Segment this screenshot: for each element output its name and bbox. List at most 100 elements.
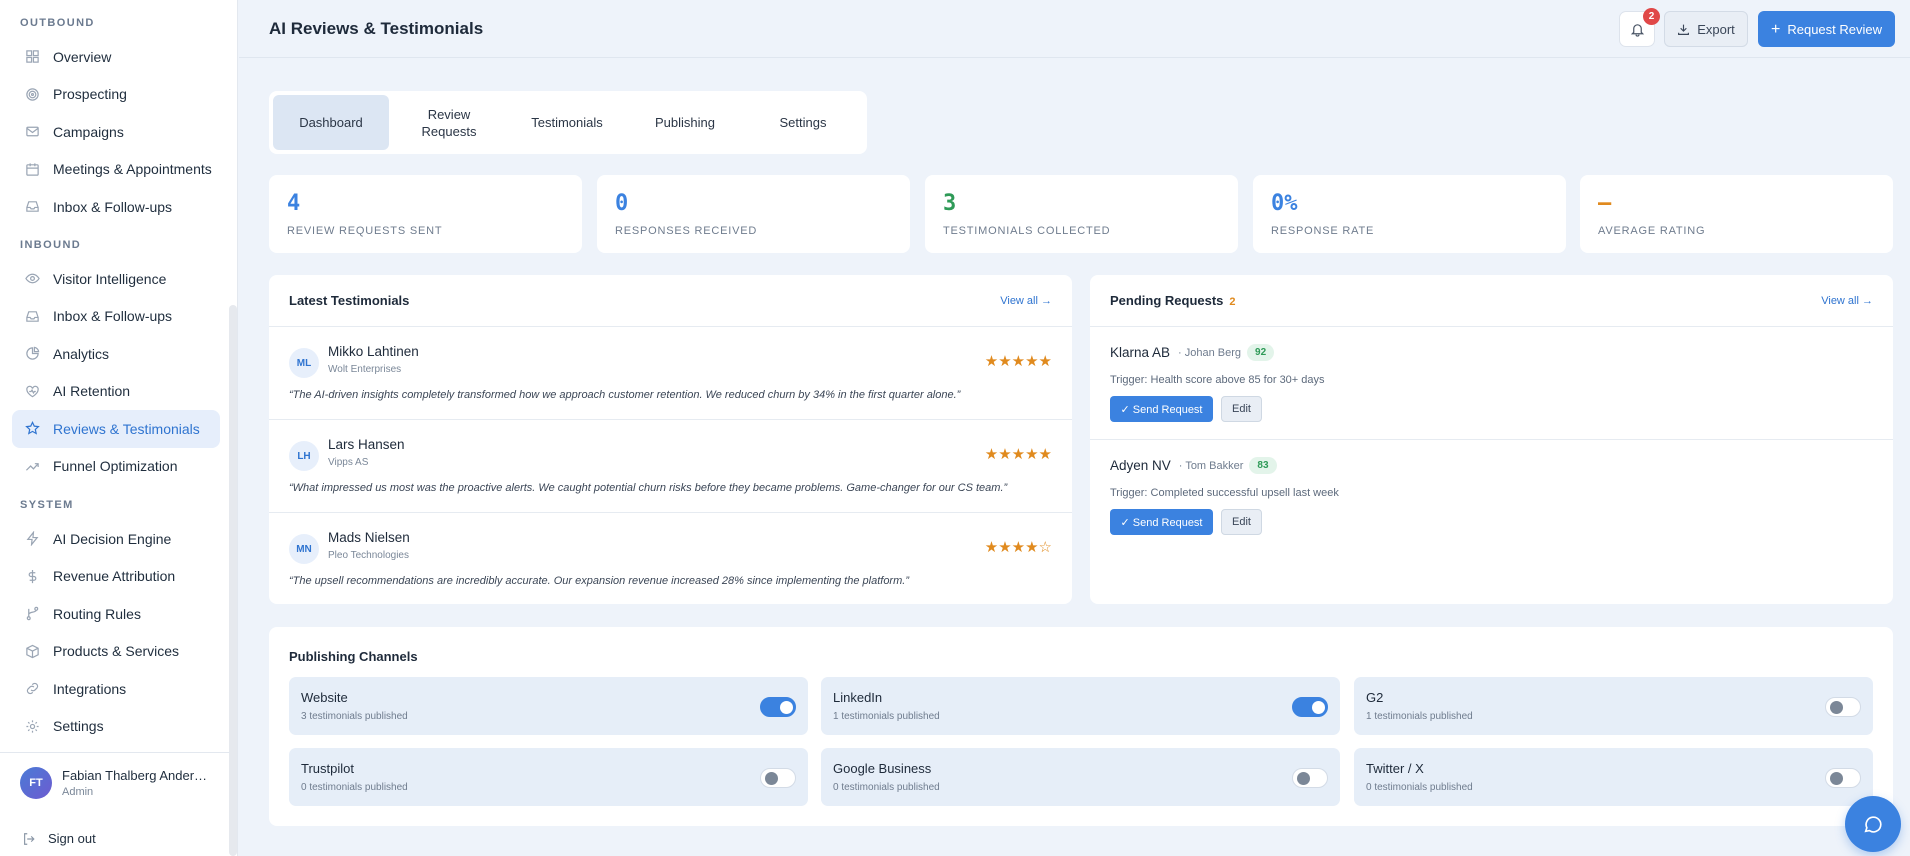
sidebar-item-overview[interactable]: Overview xyxy=(12,38,220,76)
stat-label: REVIEW REQUESTS SENT xyxy=(287,225,443,237)
send-request-button[interactable]: ✓ Send Request xyxy=(1110,509,1213,535)
contact-name: · Johan Berg xyxy=(1178,346,1242,359)
stat-value: 4 xyxy=(287,191,301,216)
sidebar-item-meetings[interactable]: Meetings & Appointments xyxy=(12,151,220,189)
tab-settings[interactable]: Settings xyxy=(745,95,861,150)
sidebar-item-settings[interactable]: Settings xyxy=(12,708,220,746)
sidebar-item-label: Inbox & Follow-ups xyxy=(53,198,173,215)
sidebar-item-products-services[interactable]: Products & Services xyxy=(12,633,220,671)
channel-count: 3 testimonials published xyxy=(301,711,408,722)
testimonial-item[interactable]: MN Mads Nielsen Pleo Technologies ★★★★☆ … xyxy=(269,513,1072,606)
channel-name: Trustpilot xyxy=(301,761,354,776)
stat-card-responses: 0 RESPONSES RECEIVED xyxy=(597,175,910,253)
testimonial-quote: “What impressed us most was the proactiv… xyxy=(289,482,1008,494)
sidebar-item-label: Routing Rules xyxy=(53,605,141,622)
sidebar-item-prospecting[interactable]: Prospecting xyxy=(12,76,220,114)
request-review-button[interactable]: + Request Review xyxy=(1758,11,1895,47)
testimonial-name: Lars Hansen xyxy=(328,437,405,452)
sidebar-item-campaigns[interactable]: Campaigns xyxy=(12,113,220,151)
channel-name: Website xyxy=(301,690,348,705)
testimonial-item[interactable]: ML Mikko Lahtinen Wolt Enterprises ★★★★★… xyxy=(269,327,1072,420)
channel-toggle[interactable] xyxy=(1292,768,1328,788)
inbox-icon xyxy=(24,199,40,215)
heart-icon xyxy=(24,383,40,399)
sidebar-item-label: Meetings & Appointments xyxy=(53,161,212,178)
sidebar-item-analytics[interactable]: Analytics xyxy=(12,335,220,373)
stat-card-requests-sent: 4 REVIEW REQUESTS SENT xyxy=(269,175,582,253)
edit-button[interactable]: Edit xyxy=(1221,396,1262,422)
channel-toggle[interactable] xyxy=(760,697,796,717)
tab-dashboard[interactable]: Dashboard xyxy=(273,95,389,150)
toggle-knob xyxy=(780,701,793,714)
sidebar: OUTBOUND Overview Prospecting Campaigns … xyxy=(0,0,238,856)
notifications-button[interactable]: 2 xyxy=(1619,8,1660,47)
sidebar-item-label: Analytics xyxy=(53,345,110,362)
sidebar-item-inbox-inbound[interactable]: Inbox & Follow-ups xyxy=(12,298,220,336)
mail-icon xyxy=(24,124,40,140)
trend-up-icon xyxy=(24,458,40,474)
stat-card-response-rate: 0% RESPONSE RATE xyxy=(1253,175,1566,253)
testimonial-item[interactable]: LH Lars Hansen Vipps AS ★★★★★ “What impr… xyxy=(269,420,1072,513)
edit-button[interactable]: Edit xyxy=(1221,509,1262,535)
channel-website: Website 3 testimonials published xyxy=(289,677,808,735)
sidebar-item-routing-rules[interactable]: Routing Rules xyxy=(12,595,220,633)
sidebar-scrollbar[interactable] xyxy=(229,305,237,856)
sidebar-item-visitor-intelligence[interactable]: Visitor Intelligence xyxy=(12,260,220,298)
pending-requests-card: Pending Requests 2 View all → Klarna AB ·… xyxy=(1090,275,1893,604)
dollar-icon xyxy=(24,568,40,584)
notification-badge: 2 xyxy=(1643,8,1660,25)
trigger-text: Trigger: Health score above 85 for 30+ d… xyxy=(1110,374,1325,386)
tab-testimonials[interactable]: Testimonials xyxy=(509,95,625,150)
sidebar-item-funnel-optimization[interactable]: Funnel Optimization xyxy=(12,448,220,486)
avatar: ML xyxy=(289,348,319,378)
sidebar-item-label: Products & Services xyxy=(53,643,180,660)
avatar: MN xyxy=(289,534,319,564)
testimonial-company: Wolt Enterprises xyxy=(328,364,402,375)
eye-icon xyxy=(24,271,40,287)
stat-label: RESPONSE RATE xyxy=(1271,225,1375,237)
view-all-link[interactable]: View all → xyxy=(1000,295,1052,307)
link-icon xyxy=(24,681,40,697)
sidebar-section-system: SYSTEM AI Decision Engine Revenue Attrib… xyxy=(0,494,230,745)
channel-toggle[interactable] xyxy=(760,768,796,788)
tab-review-requests[interactable]: Review Requests xyxy=(391,95,507,150)
view-all-link[interactable]: View all → xyxy=(1821,295,1873,307)
grid-icon xyxy=(24,49,40,65)
send-request-button[interactable]: ✓ Send Request xyxy=(1110,396,1213,422)
sidebar-item-label: AI Decision Engine xyxy=(53,530,172,547)
channel-toggle[interactable] xyxy=(1292,697,1328,717)
channel-name: LinkedIn xyxy=(833,690,883,705)
sidebar-item-reviews-testimonials[interactable]: Reviews & Testimonials xyxy=(12,410,220,448)
sidebar-item-inbox-outbound[interactable]: Inbox & Follow-ups xyxy=(12,188,220,226)
sign-out-button[interactable]: Sign out xyxy=(22,831,96,846)
channel-name: Google Business xyxy=(833,761,932,776)
sidebar-item-ai-decision-engine[interactable]: AI Decision Engine xyxy=(12,520,220,558)
avatar: LH xyxy=(289,441,319,471)
testimonial-name: Mikko Lahtinen xyxy=(328,344,419,359)
sidebar-item-revenue-attribution[interactable]: Revenue Attribution xyxy=(12,558,220,596)
stat-value: 3 xyxy=(943,191,957,216)
channel-toggle[interactable] xyxy=(1825,697,1861,717)
channel-toggle[interactable] xyxy=(1825,768,1861,788)
export-button[interactable]: Export xyxy=(1664,11,1748,47)
stat-card-average-rating: – AVERAGE RATING xyxy=(1580,175,1893,253)
export-label: Export xyxy=(1697,21,1735,37)
stat-value: 0 xyxy=(615,191,629,216)
toggle-knob xyxy=(1297,772,1310,785)
sign-out-label: Sign out xyxy=(48,831,96,846)
testimonial-company: Vipps AS xyxy=(328,457,369,468)
channel-twitter: Twitter / X 0 testimonials published xyxy=(1354,748,1873,806)
sidebar-item-integrations[interactable]: Integrations xyxy=(12,670,220,708)
sidebar-item-ai-retention[interactable]: AI Retention xyxy=(12,373,220,411)
tab-publishing[interactable]: Publishing xyxy=(627,95,743,150)
request-header: Adyen NV · Tom Bakker 83 xyxy=(1110,457,1277,474)
box-icon xyxy=(24,643,40,659)
sidebar-section-outbound: OUTBOUND Overview Prospecting Campaigns … xyxy=(0,12,230,226)
testimonial-quote: “The AI-driven insights completely trans… xyxy=(289,389,961,401)
chat-button[interactable] xyxy=(1845,796,1901,852)
stat-value: 0% xyxy=(1271,191,1298,216)
download-icon xyxy=(1678,24,1690,35)
user-profile[interactable]: FT Fabian Thalberg Ander… Admin xyxy=(0,752,230,812)
sidebar-item-label: Overview xyxy=(53,48,112,65)
sidebar-item-label: Integrations xyxy=(53,680,127,697)
